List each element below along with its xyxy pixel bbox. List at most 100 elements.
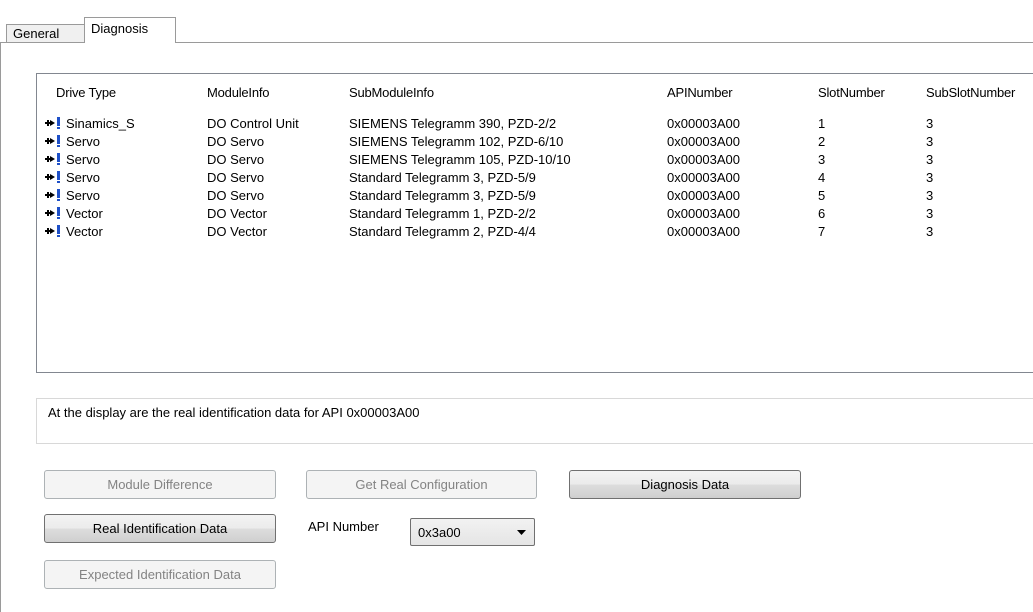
cell-text: SIEMENS Telegramm 102, PZD-6/10 bbox=[349, 134, 564, 149]
cell-text: SIEMENS Telegramm 390, PZD-2/2 bbox=[349, 116, 557, 131]
table-cell: 4 bbox=[818, 170, 825, 185]
expected-identification-data-button[interactable]: Expected Identification Data bbox=[44, 560, 276, 589]
column-header-api-number[interactable]: APINumber bbox=[667, 85, 733, 100]
table-cell: 3 bbox=[926, 206, 933, 221]
table-cell: Standard Telegramm 3, PZD-5/9 bbox=[349, 188, 536, 203]
diagnosis-list[interactable]: Drive Type ModuleInfo SubModuleInfo APIN… bbox=[36, 73, 1033, 373]
cell-text: 6 bbox=[818, 206, 826, 221]
column-header-slot-number[interactable]: SlotNumber bbox=[818, 85, 885, 100]
cell-text: Servo bbox=[66, 188, 100, 203]
table-cell: Sinamics_S bbox=[45, 116, 135, 131]
cell-text: 3 bbox=[926, 206, 934, 221]
table-cell: DO Control Unit bbox=[207, 116, 299, 131]
cell-text: 0x00003A00 bbox=[667, 134, 741, 149]
cell-text: 0x00003A00 bbox=[667, 170, 741, 185]
table-cell: SIEMENS Telegramm 390, PZD-2/2 bbox=[349, 116, 556, 131]
table-row[interactable]: Servo DO Servo SIEMENS Telegramm 102, PZD-… bbox=[37, 134, 1033, 152]
real-identification-data-button[interactable]: Real Identification Data bbox=[44, 514, 276, 543]
table-cell: DO Vector bbox=[207, 224, 267, 239]
table-cell: 1 bbox=[818, 116, 825, 131]
tab-diagnosis[interactable]: Diagnosis bbox=[84, 17, 176, 43]
table-cell: Standard Telegramm 3, PZD-5/9 bbox=[349, 170, 536, 185]
api-number-dropdown[interactable]: 0x3a00 bbox=[410, 518, 535, 546]
tab-strip: General Diagnosis bbox=[0, 0, 1033, 43]
table-cell: DO Servo bbox=[207, 188, 264, 203]
table-cell: Servo bbox=[45, 134, 100, 149]
cell-text: 3 bbox=[926, 224, 934, 239]
column-header-module-info[interactable]: ModuleInfo bbox=[207, 85, 270, 100]
table-cell: 0x00003A00 bbox=[667, 170, 740, 185]
table-row[interactable]: Servo DO Servo Standard Telegramm 3, PZD-5… bbox=[37, 170, 1033, 188]
table-row[interactable]: Vector DO Vector Standard Telegramm 2, PZD… bbox=[37, 224, 1033, 242]
cell-text: SIEMENS Telegramm 105, PZD-10/10 bbox=[349, 152, 571, 167]
diagnosis-data-button[interactable]: Diagnosis Data bbox=[569, 470, 801, 499]
column-header-submodule-info[interactable]: SubModuleInfo bbox=[349, 85, 434, 100]
table-cell: 6 bbox=[818, 206, 825, 221]
table-cell: 0x00003A00 bbox=[667, 206, 740, 221]
table-cell: 5 bbox=[818, 188, 825, 203]
cell-text: 0x00003A00 bbox=[667, 116, 741, 131]
cell-text: Standard Telegramm 2, PZD-4/4 bbox=[349, 224, 536, 239]
table-row[interactable]: Sinamics_S DO Control Unit SIEMENS Telegra… bbox=[37, 116, 1033, 134]
status-text: At the display are the real identificati… bbox=[48, 405, 420, 420]
module-difference-button[interactable]: Module Difference bbox=[44, 470, 276, 499]
table-row[interactable]: Servo DO Servo SIEMENS Telegramm 105, PZD-… bbox=[37, 152, 1033, 170]
table-cell: Servo bbox=[45, 152, 100, 167]
table-cell: Vector bbox=[45, 224, 103, 239]
table-cell: SIEMENS Telegramm 105, PZD-10/10 bbox=[349, 152, 571, 167]
cell-text: Vector bbox=[66, 206, 103, 221]
column-header-subslot-number[interactable]: SubSlotNumber bbox=[926, 85, 1015, 100]
cell-text: 3 bbox=[926, 170, 934, 185]
cell-text: 4 bbox=[818, 170, 826, 185]
cell-text: Sinamics_S bbox=[66, 116, 135, 131]
table-cell: 3 bbox=[926, 224, 933, 239]
cell-text: 0x00003A00 bbox=[667, 188, 741, 203]
table-cell: Vector bbox=[45, 206, 103, 221]
table-cell: DO Servo bbox=[207, 152, 264, 167]
cell-text: 0x00003A00 bbox=[667, 152, 741, 167]
cell-text: Standard Telegramm 1, PZD-2/2 bbox=[349, 206, 536, 221]
cell-text: 2 bbox=[818, 134, 826, 149]
chevron-down-icon bbox=[517, 530, 526, 535]
table-cell: 0x00003A00 bbox=[667, 116, 740, 131]
cell-text: 7 bbox=[818, 224, 826, 239]
table-cell: Standard Telegramm 2, PZD-4/4 bbox=[349, 224, 536, 239]
api-number-label: API Number bbox=[308, 519, 379, 534]
cell-text: DO Servo bbox=[207, 134, 265, 149]
cell-text: DO Servo bbox=[207, 152, 265, 167]
cell-text: DO Servo bbox=[207, 188, 265, 203]
tab-general[interactable]: General bbox=[6, 24, 84, 43]
table-cell: Servo bbox=[45, 188, 100, 203]
drive-icon bbox=[45, 189, 60, 201]
drive-icon bbox=[45, 171, 60, 183]
get-real-configuration-button[interactable]: Get Real Configuration bbox=[306, 470, 537, 499]
table-cell: 0x00003A00 bbox=[667, 224, 740, 239]
cell-text: 3 bbox=[926, 134, 934, 149]
table-cell: 7 bbox=[818, 224, 825, 239]
table-cell: 3 bbox=[926, 134, 933, 149]
cell-text: 3 bbox=[926, 152, 934, 167]
cell-text: 3 bbox=[818, 152, 826, 167]
status-box: At the display are the real identificati… bbox=[36, 398, 1033, 444]
table-cell: DO Vector bbox=[207, 206, 267, 221]
drive-icon bbox=[45, 153, 60, 165]
table-row[interactable]: Vector DO Vector Standard Telegramm 1, PZD… bbox=[37, 206, 1033, 224]
table-cell: SIEMENS Telegramm 102, PZD-6/10 bbox=[349, 134, 563, 149]
api-number-value: 0x3a00 bbox=[418, 525, 461, 540]
column-header-drive-type[interactable]: Drive Type bbox=[56, 85, 116, 100]
table-cell: 0x00003A00 bbox=[667, 134, 740, 149]
cell-text: 0x00003A00 bbox=[667, 224, 741, 239]
cell-text: 5 bbox=[818, 188, 826, 203]
cell-text: Standard Telegramm 3, PZD-5/9 bbox=[349, 188, 536, 203]
table-cell: 3 bbox=[926, 188, 933, 203]
table-cell: DO Servo bbox=[207, 134, 264, 149]
table-cell: 0x00003A00 bbox=[667, 188, 740, 203]
cell-text: 0x00003A00 bbox=[667, 206, 741, 221]
cell-text: DO Servo bbox=[207, 170, 265, 185]
cell-text: 1 bbox=[818, 116, 826, 131]
list-header: Drive Type ModuleInfo SubModuleInfo APIN… bbox=[37, 74, 1033, 116]
table-row[interactable]: Servo DO Servo Standard Telegramm 3, PZD-5… bbox=[37, 188, 1033, 206]
drive-icon bbox=[45, 207, 60, 219]
drive-icon bbox=[45, 225, 60, 237]
cell-text: DO Vector bbox=[207, 224, 267, 239]
